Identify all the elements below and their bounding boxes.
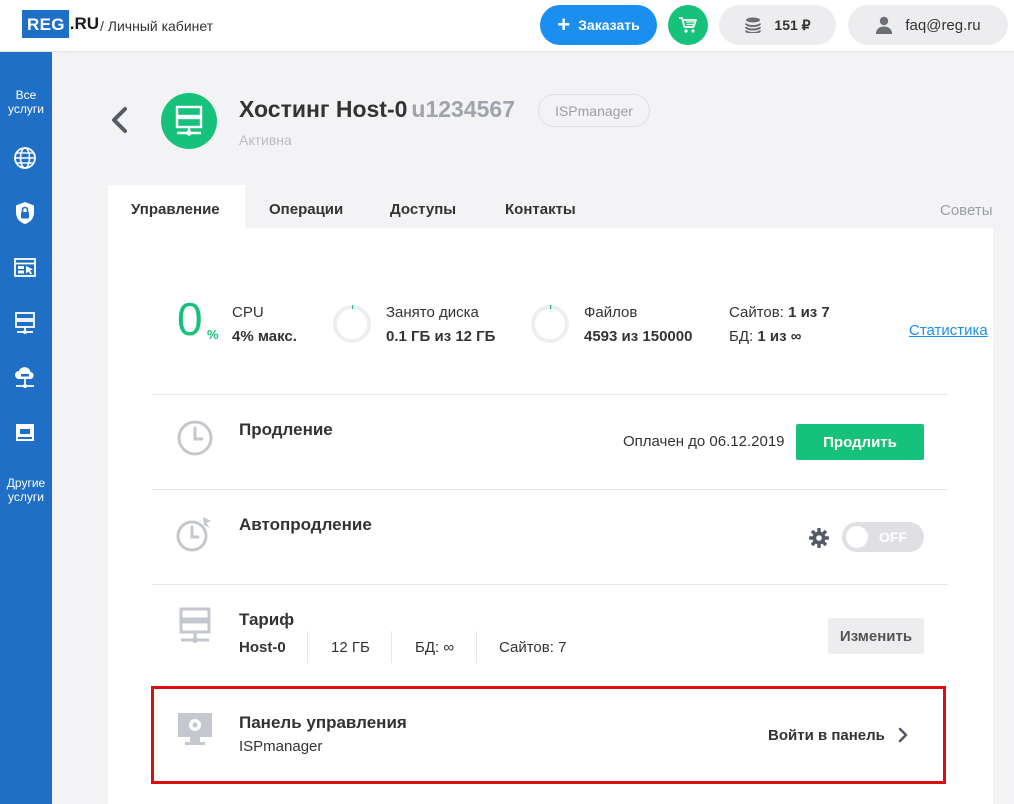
page-title: Хостинг Host-0 u1234567 [239,96,515,123]
service-tag-badge: ISPmanager [538,94,650,127]
db-stat: БД: 1 из ∞ [729,328,801,345]
service-icon-badge [161,93,217,149]
disk-label: Занято диска [386,304,479,321]
cpu-max: 4% макс. [232,328,297,345]
sidebar-other-services-line1: Другие [6,476,46,490]
files-label: Файлов [584,304,638,321]
user-menu-button[interactable]: faq@reg.ru [848,5,1008,45]
renewal-title: Продление [239,420,333,439]
sidebar-item-domains[interactable] [12,145,38,171]
server-icon [179,607,211,643]
tariff-name: Host-0 [239,639,286,656]
toggle-knob [846,526,868,548]
disk-value: 0.1 ГБ из 12 ГБ [386,328,496,345]
top-header: REG .RU / Личный кабинет + Заказать 151 … [0,0,1014,52]
clock-autorenew-icon [176,517,211,552]
tariff-db: БД: ∞ [415,639,455,656]
clock-icon [177,420,213,456]
coins-icon [745,17,762,33]
divider [152,584,948,585]
tariff-separator [391,631,392,663]
sidebar-all-services-line1: Все [15,88,37,102]
chevron-right-icon [898,727,908,743]
cloud-server-icon [15,367,34,388]
sidebar-item-all-services[interactable]: Все услуги [0,88,52,116]
user-email: faq@reg.ru [905,16,981,34]
sites-value: 1 из 7 [788,304,830,321]
change-tariff-button[interactable]: Изменить [828,618,924,654]
control-panel-subtitle: ISPmanager [239,738,323,755]
tariff-row-icon [175,606,215,646]
files-usage-ring [531,305,569,343]
breadcrumb[interactable]: / Личный кабинет [100,18,213,34]
divider [152,489,948,490]
gear-icon[interactable] [808,527,830,549]
autorenew-toggle[interactable]: OFF [842,522,924,552]
order-button[interactable]: + Заказать [540,5,657,45]
monitor-icon [16,424,34,441]
toggle-state-label: OFF [879,529,907,545]
sidebar-all-services-line2: услуги [8,102,44,116]
monitor-gear-icon [178,713,212,745]
service-status: Активна [239,132,292,148]
sites-stat: Сайтов: 1 из 7 [729,304,830,321]
logo-suffix: .RU [69,14,100,33]
balance-button[interactable]: 151 ₽ [719,5,836,45]
cpu-usage-value: 0 [177,293,203,345]
control-panel-row-icon [175,709,215,749]
tariff-separator [307,631,308,663]
enter-panel-label: Войти в панель [768,726,885,744]
sidebar-item-site-builder[interactable] [12,255,38,281]
db-label: БД: [729,328,754,345]
server-icon [175,105,203,136]
sidebar-item-dedicated[interactable] [12,420,38,446]
order-button-label: Заказать [578,17,640,33]
sidebar-item-ssl[interactable] [12,200,38,226]
tab-access[interactable]: Доступы [390,201,456,218]
sidebar-item-other-services[interactable]: Другие услуги [0,476,52,504]
logo-box: REG [22,10,69,38]
sites-label: Сайтов: [729,304,784,321]
sidebar-item-vps[interactable] [12,365,38,391]
tariff-separator [476,631,477,663]
tips-link[interactable]: Советы [940,202,992,219]
enter-panel-button[interactable]: Войти в панель [768,726,909,744]
tab-management[interactable]: Управление [131,201,220,218]
window-cursor-icon [14,258,36,277]
tariff-sites: Сайтов: 7 [499,639,567,656]
sidebar-item-hosting[interactable] [12,310,38,336]
tariff-disk: 12 ГБ [331,639,370,656]
autorenew-row-icon [175,514,215,554]
files-value: 4593 из 150000 [584,328,693,345]
reg-ru-logo[interactable]: REG .RU [22,10,99,38]
service-name: Хостинг Host-0 [239,96,408,122]
db-value: 1 из ∞ [757,328,802,345]
divider [152,394,948,395]
tariff-title: Тариф [239,610,295,629]
balance-amount: 151 ₽ [774,16,811,33]
cart-icon [679,17,697,33]
paid-until-text: Оплачен до 06.12.2019 [623,433,785,450]
control-panel-title: Панель управления [239,713,407,732]
left-sidebar: Все услуги Другие услуги [0,52,52,804]
globe-icon [14,147,36,169]
statistics-link[interactable]: Статистика [909,322,988,339]
disk-usage-ring [333,305,371,343]
renewal-row-icon [175,418,215,458]
cpu-usage-unit: % [207,327,219,342]
tab-operations[interactable]: Операции [269,201,343,218]
cart-button[interactable] [668,5,708,45]
back-button[interactable] [108,106,132,134]
autorenew-title: Автопродление [239,515,372,534]
plus-icon: + [557,12,571,37]
renew-button[interactable]: Продлить [796,424,924,460]
sidebar-other-services-line2: услуги [8,490,44,504]
service-uid: u1234567 [411,96,515,122]
shield-lock-icon [16,202,34,224]
server-icon [15,312,35,334]
chevron-left-icon [112,107,127,133]
user-icon [876,16,893,34]
tab-contacts[interactable]: Контакты [505,201,576,218]
cpu-label: CPU [232,304,264,321]
